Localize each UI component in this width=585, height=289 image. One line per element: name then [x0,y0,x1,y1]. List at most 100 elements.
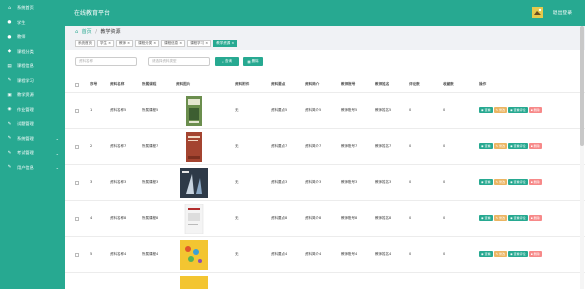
nav-tag[interactable]: 课程学习 × [187,40,212,47]
delete-button[interactable]: ▪ 删除 [528,215,542,221]
edit-button[interactable]: ✎ 修改 [493,215,508,221]
cell-col-course: 所属课程7 [142,144,159,148]
sidebar-item[interactable]: ▣ 教学资源 [0,88,65,103]
select-all-checkbox[interactable] [75,83,79,87]
cell-col-favs: 0 [443,216,446,220]
avatar[interactable] [532,7,543,18]
view-label: 查看 [484,216,491,220]
cell-col-points: 资料要点5 [271,108,288,112]
cell-col-favs: 0 [443,108,446,112]
cell-col-course: 所属课程3 [142,180,159,184]
delete-button[interactable]: ▪ 删除 [528,143,542,149]
sidebar-item[interactable]: ✎ 系统管理 ⌄ [0,132,65,147]
view-comments-button[interactable]: ◉ 查看评论 [508,107,528,113]
view-comments-button[interactable]: ◉ 查看评论 [508,215,528,221]
sidebar-item[interactable]: ▤ 课程信息 [0,59,65,74]
view-comments-label: 查看评论 [513,252,526,256]
view-comments-button[interactable]: ◉ 查看评论 [508,179,528,185]
cell-col-attachment: 无 [235,252,239,256]
profile-icon: ✎ [7,165,12,171]
delete-icon: ▦ [247,59,251,64]
header-col-favs: 收藏数 [443,82,454,86]
delete-button[interactable]: ▪ 删除 [528,251,542,257]
row-actions: ◉ 查看 ✎ 修改 ◉ 查看评论 ▪ 删除 [479,179,542,185]
view-comments-button[interactable]: ◉ 查看评论 [508,143,528,149]
table-row: 3 资料名称3 所属课程3 无 资料要点3 资料简介3 教师账号3 教师姓名3 0 0 ◉ 查看 ✎ … [65,165,585,201]
type-select[interactable]: 请选择资料类型 [148,57,210,66]
delete-button[interactable]: ▪ 删除 [528,107,542,113]
delete-label: 删除 [533,216,540,220]
cell-col-teacher: 教师姓名5 [375,108,392,112]
sidebar-item[interactable]: ✎ 考试管理 ⌄ [0,146,65,161]
batch-delete-button[interactable]: ▦ 删除 [243,57,263,66]
cell-col-index: 2 [90,144,93,148]
nav-tag[interactable]: 教师 × [116,40,134,47]
view-button[interactable]: ◉ 查看 [479,215,493,221]
view-button[interactable]: ◉ 查看 [479,179,493,185]
sidebar-item[interactable]: ✎ 试题管理 [0,117,65,132]
row-checkbox[interactable] [75,109,79,113]
row-actions: ◉ 查看 ✎ 修改 ◉ 查看评论 ▪ 删除 [479,251,542,257]
sidebar-item-label: 学生 [17,19,26,25]
edit-button[interactable]: ✎ 修改 [493,179,508,185]
cell-col-attachment: 无 [235,180,239,184]
table-row: 2 资料名称7 所属课程7 无 资料要点7 资料简介7 教师账号7 教师姓名7 0 0 ◉ 查看 ✎ … [65,129,585,165]
cell-col-favs: 0 [443,180,446,184]
sidebar-item[interactable]: ✎ 课程学习 [0,74,65,89]
nav-tag[interactable]: 课程分类 × [135,40,160,47]
sidebar-item[interactable]: ⌂ 系统首页 [0,1,65,16]
nav-tag[interactable]: 系统首页 [75,40,95,47]
content-panel: 资料名称 请选择资料类型 ⌕ 查询 ▦ 删除 序号 资料名称 所属课程 资料图片 资料附… [65,50,585,289]
row-checkbox[interactable] [75,145,79,149]
sidebar-item[interactable]: ◉ 作业管理 [0,103,65,118]
sidebar-item-label: 系统首页 [17,5,34,11]
cell-col-account: 教师账号3 [341,180,358,184]
cell-col-favs: 0 [443,144,446,148]
cell-col-account: 教师账号4 [341,252,358,256]
sidebar-item-label: 课程信息 [17,63,34,69]
scrollbar-thumb[interactable] [580,26,584,146]
view-comments-button[interactable]: ◉ 查看评论 [508,251,528,257]
table-header: 序号 资料名称 所属课程 资料图片 资料附件 资料要点 资料简介 教师账号 教师姓名 评论数 收藏数… [65,77,585,93]
edit-button[interactable]: ✎ 修改 [493,107,508,113]
row-checkbox[interactable] [75,181,79,185]
edit-button[interactable]: ✎ 修改 [493,251,508,257]
name-search-input[interactable]: 资料名称 [75,57,137,66]
sidebar-item[interactable]: ● 教师 [0,30,65,45]
sidebar-item[interactable]: ◆ 课程分类 [0,45,65,60]
cell-col-comments: 0 [409,180,412,184]
exam-icon: ✎ [7,150,12,156]
view-label: 查看 [484,108,491,112]
page-scrollbar[interactable] [580,26,584,289]
sidebar-item[interactable]: ✎ 用户信息 ⌄ [0,161,65,176]
nav-tag[interactable]: 学生 × [97,40,115,47]
view-button[interactable]: ◉ 查看 [479,143,493,149]
nav-tag[interactable]: 课程信息 × [161,40,186,47]
resource-cover-image [180,240,208,270]
view-comments-label: 查看评论 [513,180,526,184]
delete-button[interactable]: ▪ 删除 [528,179,542,185]
breadcrumb-separator: / [95,29,97,35]
sidebar-item-label: 教学资源 [17,92,34,98]
breadcrumb-home[interactable]: 首页 [82,29,92,35]
cell-col-favs: 0 [443,252,446,256]
sidebar-item[interactable]: ● 学生 [0,16,65,31]
avatar-image-icon [532,7,543,18]
top-header: 在线教育平台 退出登录 [65,0,585,26]
header-col-teacher: 教师姓名 [375,82,390,86]
view-button[interactable]: ◉ 查看 [479,107,493,113]
view-label: 查看 [484,252,491,256]
row-checkbox[interactable] [75,253,79,257]
settings-icon: ✎ [7,136,12,142]
table-row: 1 资料名称5 所属课程5 无 资料要点5 资料简介5 教师账号5 教师姓名5 0 0 ◉ 查看 ✎ … [65,93,585,129]
row-checkbox[interactable] [75,217,79,221]
cell-col-intro: 资料简介8 [305,216,322,220]
view-button[interactable]: ◉ 查看 [479,251,493,257]
user-icon: ● [7,20,12,26]
search-button[interactable]: ⌕ 查询 [215,57,239,66]
delete-label: 删除 [533,252,540,256]
study-icon: ✎ [7,78,12,84]
nav-tag[interactable]: 教学资源 × [213,40,238,47]
edit-button[interactable]: ✎ 修改 [493,143,508,149]
logout-link[interactable]: 退出登录 [553,9,572,16]
